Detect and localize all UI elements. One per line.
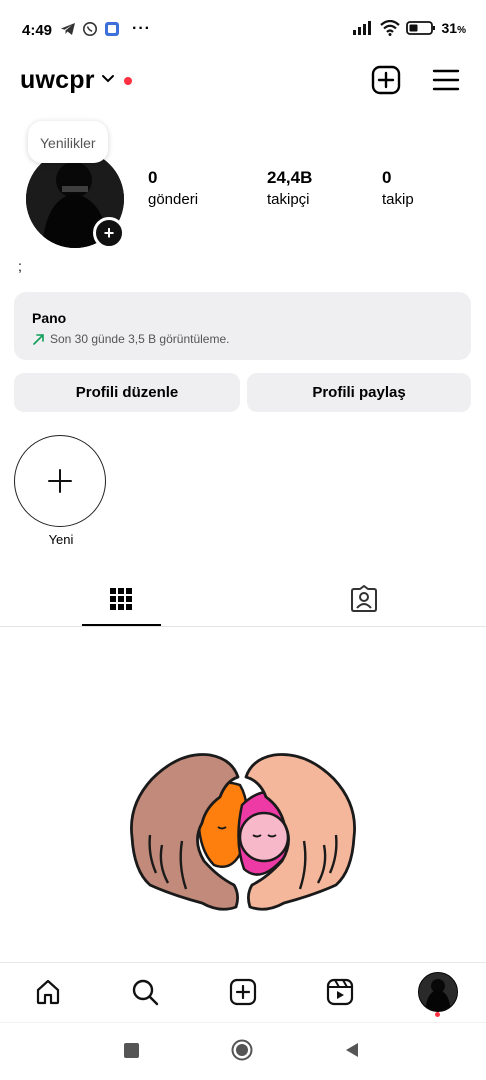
share-profile-button[interactable]: Profili paylaş: [247, 373, 471, 412]
tabs-divider: [0, 626, 486, 627]
reels-icon: [326, 978, 354, 1006]
whatsapp-icon: [83, 22, 97, 36]
back-triangle-icon: [346, 1043, 358, 1057]
stat-posts[interactable]: 0 gönderi: [148, 168, 198, 208]
home-icon: [36, 979, 60, 1005]
wifi-icon: [379, 20, 400, 36]
back-button[interactable]: [344, 1042, 360, 1063]
profile-notification-dot: [435, 1012, 440, 1017]
search-icon: [132, 979, 159, 1006]
system-nav-divider: [0, 1022, 486, 1023]
active-tab-indicator: [82, 624, 161, 626]
new-highlight-label: Yeni: [48, 532, 74, 547]
hamburger-menu-icon: [432, 69, 460, 91]
tab-tagged[interactable]: [344, 579, 384, 619]
professional-dashboard[interactable]: [14, 292, 471, 360]
heart-hands-illustration: [130, 753, 356, 911]
followers-label: takipçi: [267, 191, 310, 208]
add-square-icon: [371, 65, 401, 95]
status-left-icons: ···: [60, 20, 151, 38]
dashboard-title: Pano: [32, 310, 67, 326]
avatar-image: [419, 973, 457, 1011]
nav-profile-avatar[interactable]: [418, 972, 458, 1012]
nav-search[interactable]: [125, 972, 165, 1012]
trend-up-icon: [33, 333, 44, 345]
add-story-button[interactable]: +: [93, 217, 125, 249]
posts-label: gönderi: [148, 191, 199, 208]
profile-username[interactable]: uwcpr: [20, 66, 95, 95]
grid-icon: [110, 588, 132, 610]
profile-bio: ;: [18, 258, 22, 274]
home-circle-icon: [231, 1039, 253, 1061]
new-highlight-button[interactable]: [14, 435, 106, 527]
telegram-icon: [61, 23, 75, 35]
following-label: takip: [382, 191, 414, 208]
add-square-icon: [229, 978, 257, 1006]
status-time: 4:49: [22, 22, 53, 39]
nav-reels[interactable]: [320, 972, 360, 1012]
menu-button[interactable]: [430, 64, 462, 96]
recent-apps-button[interactable]: [124, 1043, 139, 1058]
home-system-button[interactable]: [231, 1039, 253, 1061]
more-icon: ···: [132, 20, 151, 37]
following-count: 0: [382, 168, 392, 187]
nav-home[interactable]: [28, 972, 68, 1012]
chevron-down-icon[interactable]: [101, 74, 115, 84]
note-bubble[interactable]: Yenilikler: [28, 121, 108, 163]
nav-create[interactable]: [223, 972, 263, 1012]
stat-following[interactable]: 0 takip: [382, 168, 414, 208]
bottom-nav-divider: [0, 962, 486, 963]
status-right: 31%: [352, 20, 466, 36]
edit-profile-button[interactable]: Profili düzenle: [14, 373, 240, 412]
signal-icon: [352, 21, 371, 35]
notification-dot: [124, 77, 132, 85]
create-button[interactable]: [370, 64, 402, 96]
followers-count: 24,4B: [267, 168, 313, 187]
tagged-person-icon: [351, 585, 377, 612]
gallery-icon: [105, 22, 119, 36]
battery-icon: [405, 21, 435, 35]
stat-followers[interactable]: 24,4B takipçi: [267, 168, 312, 208]
plus-icon: [48, 469, 72, 493]
posts-count: 0: [148, 168, 158, 187]
tab-posts-grid[interactable]: [101, 579, 141, 619]
battery-percent: 31: [441, 20, 458, 36]
dashboard-subtitle-row: Son 30 günde 3,5 B görüntüleme.: [32, 332, 229, 346]
dashboard-subtitle: Son 30 günde 3,5 B görüntüleme.: [50, 332, 230, 346]
